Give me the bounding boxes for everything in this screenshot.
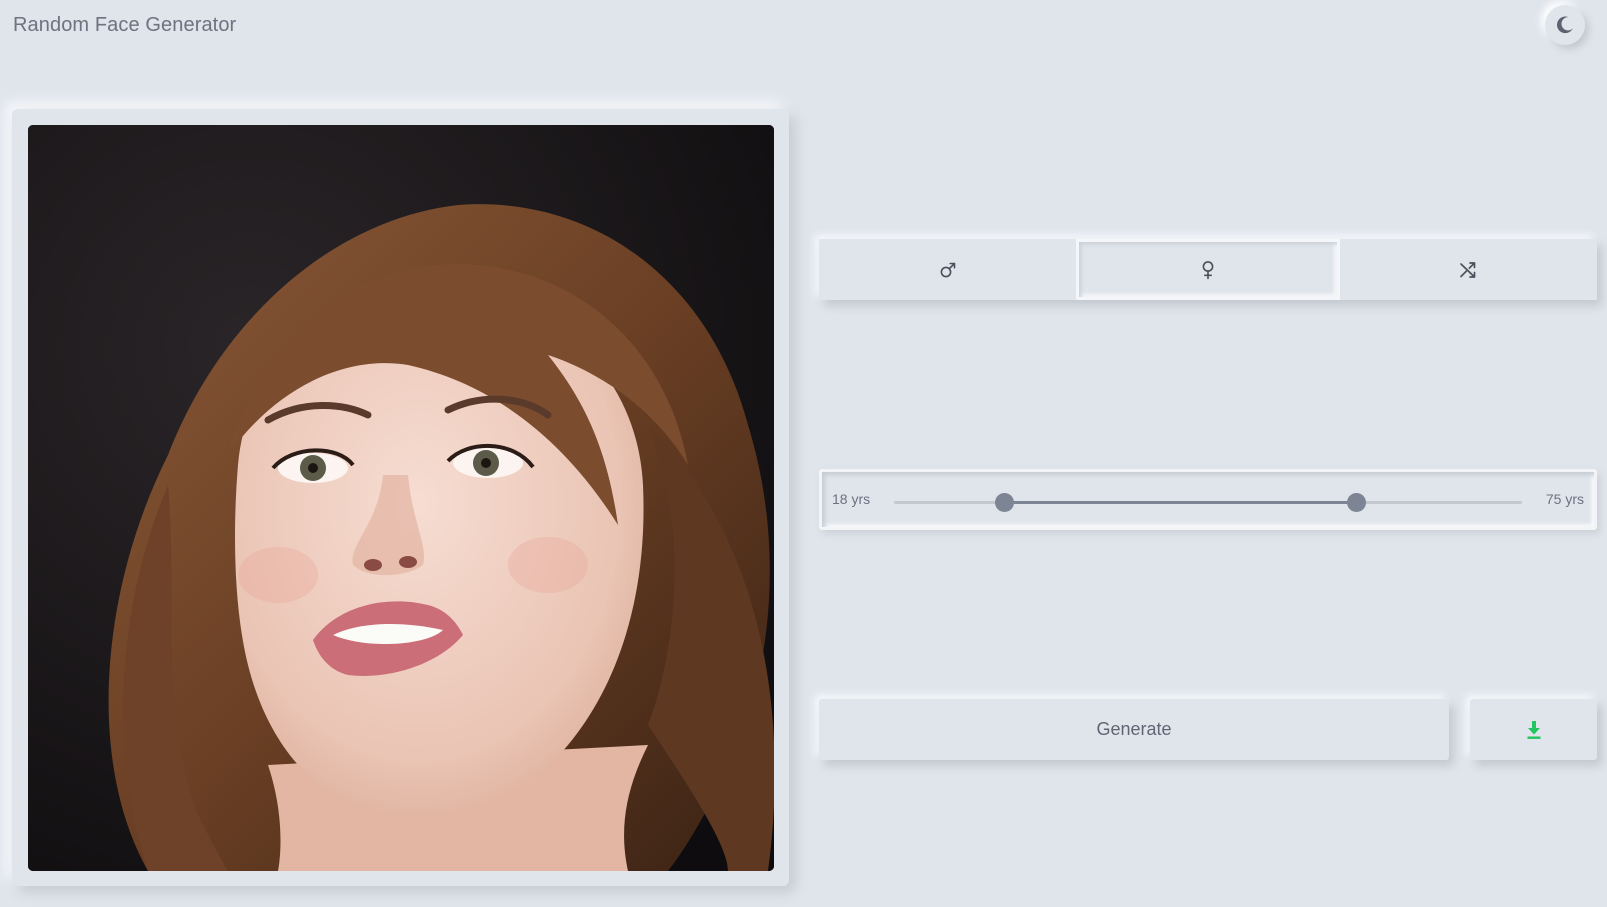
download-icon [1527, 720, 1540, 739]
age-slider-min-handle[interactable] [994, 493, 1014, 512]
generate-button[interactable]: Generate [819, 699, 1449, 760]
age-range-slider: 18 yrs 75 yrs [819, 469, 1597, 530]
face-image [28, 125, 774, 871]
moon-icon [1556, 16, 1573, 34]
age-max-label: 75 yrs [1545, 491, 1584, 507]
face-image-card [12, 109, 789, 886]
gender-selector [819, 239, 1597, 300]
app-title: Random Face Generator [13, 14, 237, 36]
age-slider-fill [1004, 501, 1357, 504]
gender-male-button[interactable] [819, 239, 1077, 300]
gender-female-button[interactable] [1076, 239, 1340, 300]
shuffle-icon [1460, 261, 1476, 278]
gender-random-button[interactable] [1339, 239, 1597, 300]
female-icon [1202, 260, 1214, 279]
age-slider-max-handle[interactable] [1347, 493, 1367, 512]
age-min-label: 18 yrs [832, 491, 871, 507]
age-slider-track[interactable] [894, 493, 1522, 512]
download-button[interactable] [1470, 699, 1597, 760]
theme-toggle-button[interactable] [1545, 5, 1585, 45]
male-icon [940, 262, 955, 277]
